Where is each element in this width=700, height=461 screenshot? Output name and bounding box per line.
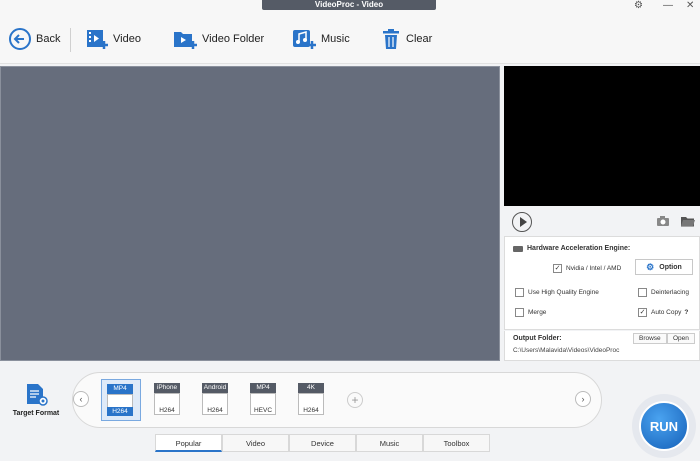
checkbox-unchecked[interactable] — [515, 288, 524, 297]
play-icon — [519, 217, 527, 227]
film-plus-icon — [87, 30, 108, 49]
snapshot-camera-icon[interactable] — [656, 215, 670, 227]
prev-format-arrow[interactable]: ‹ — [73, 391, 89, 407]
open-folder-icon[interactable] — [680, 215, 696, 227]
run-button[interactable]: RUN — [639, 401, 689, 451]
tab-device[interactable]: Device — [289, 434, 356, 452]
clear-button[interactable]: Clear — [380, 26, 432, 52]
format-card-4k-h264[interactable]: 4K H264 — [293, 379, 333, 421]
play-button[interactable] — [512, 212, 532, 232]
back-arrow-icon — [9, 28, 31, 50]
add-format-plus-icon[interactable]: + — [347, 392, 363, 408]
format-card-mp4-hevc[interactable]: MP4 HEVC — [245, 379, 285, 421]
hardware-acceleration-title: Hardware Acceleration Engine: — [513, 245, 630, 252]
back-label: Back — [36, 33, 61, 45]
target-format-icon — [27, 384, 48, 406]
checkbox-checked[interactable]: ✓ — [638, 308, 647, 317]
next-format-arrow[interactable]: › — [575, 391, 591, 407]
add-video-button[interactable]: Video — [85, 26, 141, 52]
preview-controls — [504, 208, 700, 234]
close-icon[interactable]: ✕ — [686, 0, 694, 12]
tab-popular[interactable]: Popular — [155, 434, 222, 452]
output-folder-label: Output Folder: — [513, 335, 562, 342]
music-label: Music — [321, 33, 350, 45]
folder-plus-icon — [174, 32, 197, 49]
trash-icon — [383, 29, 399, 49]
high-quality-engine-checkbox[interactable]: Use High Quality Engine — [515, 288, 599, 297]
title-bar: VideoProc - Video ⚙ — ✕ — [0, 0, 700, 12]
tab-video[interactable]: Video — [222, 434, 289, 452]
output-folder-panel: Output Folder: Browse Open C:\Users\Mala… — [504, 331, 700, 361]
video-preview — [504, 66, 700, 206]
option-button[interactable]: ⚙ Option — [635, 259, 693, 275]
tab-toolbox[interactable]: Toolbox — [423, 434, 490, 452]
format-category-tabs: Popular Video Device Music Toolbox — [155, 434, 490, 452]
video-folder-label: Video Folder — [202, 33, 265, 45]
add-video-folder-button[interactable]: Video Folder — [172, 26, 264, 52]
bottom-panel: Target Format ‹ MP4 H264 iPhone H264 And… — [0, 362, 700, 461]
open-button[interactable]: Open — [667, 333, 695, 344]
gear-icon: ⚙ — [646, 261, 655, 272]
format-card-mp4-h264[interactable]: MP4 H264 — [101, 379, 141, 421]
clear-label: Clear — [406, 33, 433, 45]
target-format-button[interactable]: Target Format — [6, 382, 66, 417]
help-icon[interactable]: ? — [684, 309, 688, 316]
minimize-icon[interactable]: — — [663, 0, 673, 12]
back-button[interactable]: Back — [8, 26, 60, 52]
gpu-chip-icon — [513, 245, 523, 252]
merge-checkbox[interactable]: Merge — [515, 308, 546, 317]
file-list-area[interactable] — [0, 66, 500, 361]
video-label: Video — [113, 33, 141, 45]
toolbar-separator — [70, 28, 71, 52]
window-title: VideoProc - Video — [262, 0, 436, 10]
checkbox-checked[interactable]: ✓ — [553, 264, 562, 273]
run-button-ring: RUN — [632, 394, 696, 458]
checkbox-unchecked[interactable] — [515, 308, 524, 317]
browse-button[interactable]: Browse — [633, 333, 667, 344]
add-music-button[interactable]: Music — [291, 26, 350, 52]
output-folder-path: C:\Users\Malavida\Videos\VideoProc — [513, 347, 620, 354]
settings-panel: Hardware Acceleration Engine: ✓ Nvidia /… — [504, 236, 700, 330]
format-strip: ‹ MP4 H264 iPhone H264 Android H264 MP4 … — [72, 372, 602, 428]
checkbox-unchecked[interactable] — [638, 288, 647, 297]
deinterlacing-checkbox[interactable]: Deinterlacing — [638, 288, 689, 297]
format-card-android-h264[interactable]: Android H264 — [197, 379, 237, 421]
settings-gear-icon[interactable]: ⚙ — [634, 0, 643, 12]
toolbar: Back Video Video Folder Music Clear — [0, 12, 700, 64]
auto-copy-checkbox[interactable]: ✓ Auto Copy ? — [638, 308, 688, 317]
nvidia-intel-amd-checkbox[interactable]: ✓ Nvidia / Intel / AMD — [553, 264, 621, 273]
format-card-iphone-h264[interactable]: iPhone H264 — [149, 379, 189, 421]
music-plus-icon — [293, 30, 316, 49]
tab-music[interactable]: Music — [356, 434, 423, 452]
